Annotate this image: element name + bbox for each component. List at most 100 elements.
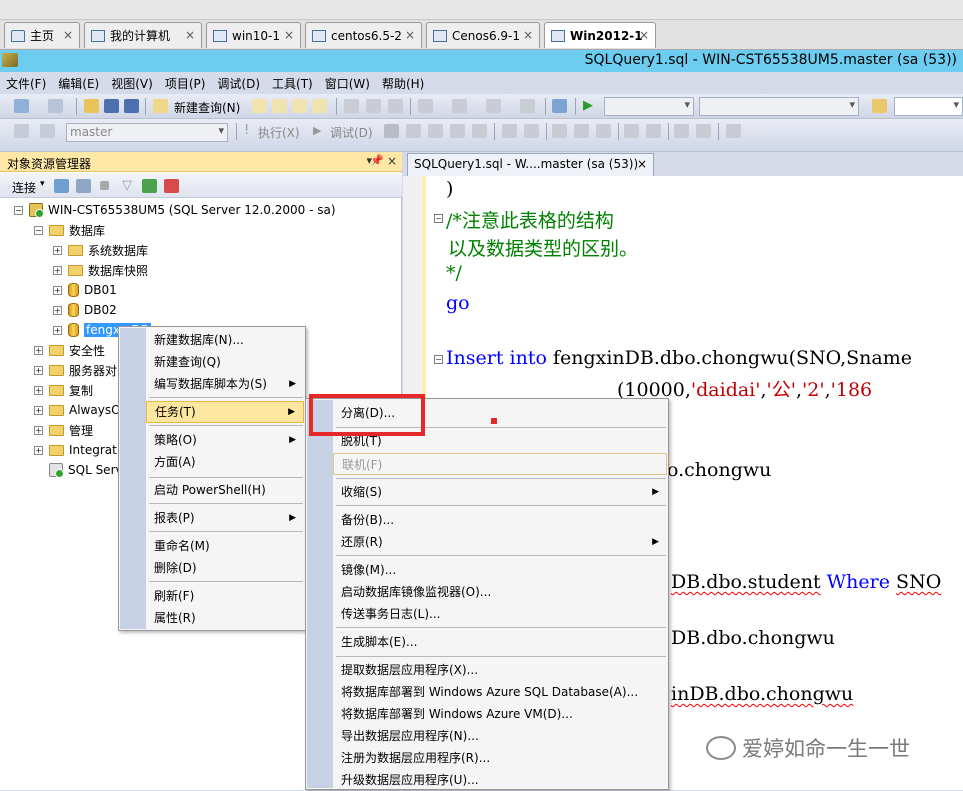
menu-item-properties[interactable]: 属性(R) [146,607,304,629]
new-project-icon[interactable] [14,99,29,113]
copy-icon[interactable] [366,99,381,113]
menu-item-mirror[interactable]: 镜像(M)... [333,559,667,581]
expand-icon[interactable]: + [53,245,62,255]
tree-db01-node[interactable]: + DB01 [53,281,117,299]
open-folder-icon[interactable] [84,99,99,113]
menu-item-generate-scripts[interactable]: 生成脚本(E)... [333,631,667,653]
expand-icon[interactable]: + [34,365,43,375]
cut-icon[interactable] [344,99,359,113]
filter-icon[interactable]: ▽ [122,179,137,193]
vm-tab-cenos69[interactable]: Cenos6.9-1 × [426,22,540,48]
navigate-forward-icon[interactable] [520,99,535,113]
find-combo[interactable] [894,97,963,116]
change-connection-icon[interactable] [40,124,55,138]
comment-icon[interactable] [624,124,639,138]
menu-window[interactable]: 窗口(W) [325,75,377,92]
close-icon[interactable]: × [523,28,533,42]
new-query-button[interactable]: 新建查询(N) [174,99,240,116]
live-stats-icon[interactable] [524,124,539,138]
close-icon[interactable]: × [185,28,195,42]
results-text-icon[interactable] [552,124,567,138]
connect-dropdown-icon[interactable]: ▾ [40,179,45,189]
expand-icon[interactable]: + [53,285,62,295]
menu-project[interactable]: 项目(P) [165,75,213,92]
menu-item-export-dac[interactable]: 导出数据层应用程序(N)... [333,725,667,747]
increase-indent-icon[interactable] [696,124,711,138]
menu-view[interactable]: 视图(V) [111,75,160,92]
menu-item-deploy-azure-sql[interactable]: 将数据库部署到 Windows Azure SQL Database(A)... [333,681,667,703]
menu-debug[interactable]: 调试(D) [217,75,267,92]
stop-icon[interactable] [100,181,109,190]
paste-icon[interactable] [388,99,403,113]
tree-server-node[interactable]: − WIN-CST65538UM5 (SQL Server 12.0.2000 … [14,201,336,219]
menu-item-deploy-azure-vm[interactable]: 将数据库部署到 Windows Azure VM(D)... [333,703,667,725]
menu-item-rename[interactable]: 重命名(M) [146,535,304,557]
menu-item-refresh[interactable]: 刷新(F) [146,585,304,607]
connect-explorer-icon[interactable] [54,179,69,193]
cancel-query-icon[interactable] [384,124,399,138]
results-grid-icon[interactable] [574,124,589,138]
menu-file[interactable]: 文件(F) [6,75,53,92]
vm-tab-my-computer[interactable]: 我的计算机 × [84,22,202,48]
menu-item-backup[interactable]: 备份(B)... [333,509,667,531]
disconnect-icon[interactable] [76,179,91,193]
menu-item-delete[interactable]: 删除(D) [146,557,304,579]
debug-button[interactable]: 调试(D) [330,124,373,141]
connect-button[interactable]: 连接 [12,179,36,196]
expand-icon[interactable]: + [53,265,62,275]
expand-icon[interactable]: + [34,385,43,395]
undo-icon[interactable] [418,99,433,113]
navigate-back-icon[interactable] [486,99,501,113]
uncomment-icon[interactable] [646,124,661,138]
refresh-icon[interactable] [142,179,157,193]
expand-icon[interactable]: + [34,445,43,455]
tree-security-node[interactable]: + 安全性 [34,341,105,359]
tree-db02-node[interactable]: + DB02 [53,301,117,319]
collapse-icon[interactable]: − [14,205,23,215]
platform-combo[interactable] [699,97,859,116]
tab-sqlquery1[interactable]: SQLQuery1.sql - W....master (sa (53)) × [407,153,654,176]
add-item-icon[interactable] [48,99,63,113]
outline-collapse-icon[interactable]: − [434,214,443,223]
results-file-icon[interactable] [596,124,611,138]
menu-item-facets[interactable]: 方面(A) [146,451,304,473]
menu-item-register-dac[interactable]: 注册为数据层应用程序(R)... [333,747,667,769]
tree-integration-node[interactable]: + Integrati [34,441,120,459]
menu-item-mirror-monitor[interactable]: 启动数据库镜像监视器(O)... [333,581,667,603]
analysis-query-icon[interactable] [272,99,287,113]
close-icon[interactable]: × [405,28,415,42]
vm-tab-home[interactable]: 主页 × [4,22,80,48]
menu-item-restore[interactable]: 还原(R) ▶ [333,531,667,553]
xmla-query-icon[interactable] [312,99,327,113]
menu-item-policies[interactable]: 策略(O) ▶ [146,429,304,451]
tree-server-objects-node[interactable]: + 服务器对 [34,361,117,379]
specify-values-icon[interactable] [726,124,741,138]
database-engine-query-icon[interactable] [252,99,267,113]
vm-tab-win10-1[interactable]: win10-1 × [206,22,301,48]
expand-icon[interactable]: + [53,305,62,315]
tree-replication-node[interactable]: + 复制 [34,381,93,399]
expand-icon[interactable]: + [53,325,62,335]
tree-sql-agent-node[interactable]: SQL Serv [49,461,123,479]
menu-item-shrink[interactable]: 收缩(S) ▶ [333,481,667,503]
activity-monitor-icon[interactable] [552,99,567,113]
connect-icon[interactable] [14,124,29,138]
tree-snapshots-node[interactable]: + 数据库快照 [53,261,148,279]
menu-item-powershell[interactable]: 启动 PowerShell(H) [146,479,304,501]
vm-tab-win2012[interactable]: Win2012-1 × [544,22,656,48]
save-icon[interactable] [104,99,119,113]
close-icon[interactable]: × [63,28,73,42]
tree-databases-node[interactable]: − 数据库 [34,221,105,239]
estimated-plan-icon[interactable] [428,124,443,138]
menu-edit[interactable]: 编辑(E) [58,75,106,92]
expand-icon[interactable]: + [34,405,43,415]
execute-button[interactable]: 执行(X) [258,124,300,141]
save-all-icon[interactable] [124,99,139,113]
close-icon[interactable]: × [284,28,294,42]
start-debug-icon[interactable]: ▶ [583,99,598,113]
expand-icon[interactable]: + [34,345,43,355]
redo-icon[interactable] [452,99,467,113]
pin-icon[interactable]: 📌 [370,154,384,167]
solution-config-combo[interactable] [604,97,694,116]
tree-system-databases-node[interactable]: + 系统数据库 [53,241,148,259]
